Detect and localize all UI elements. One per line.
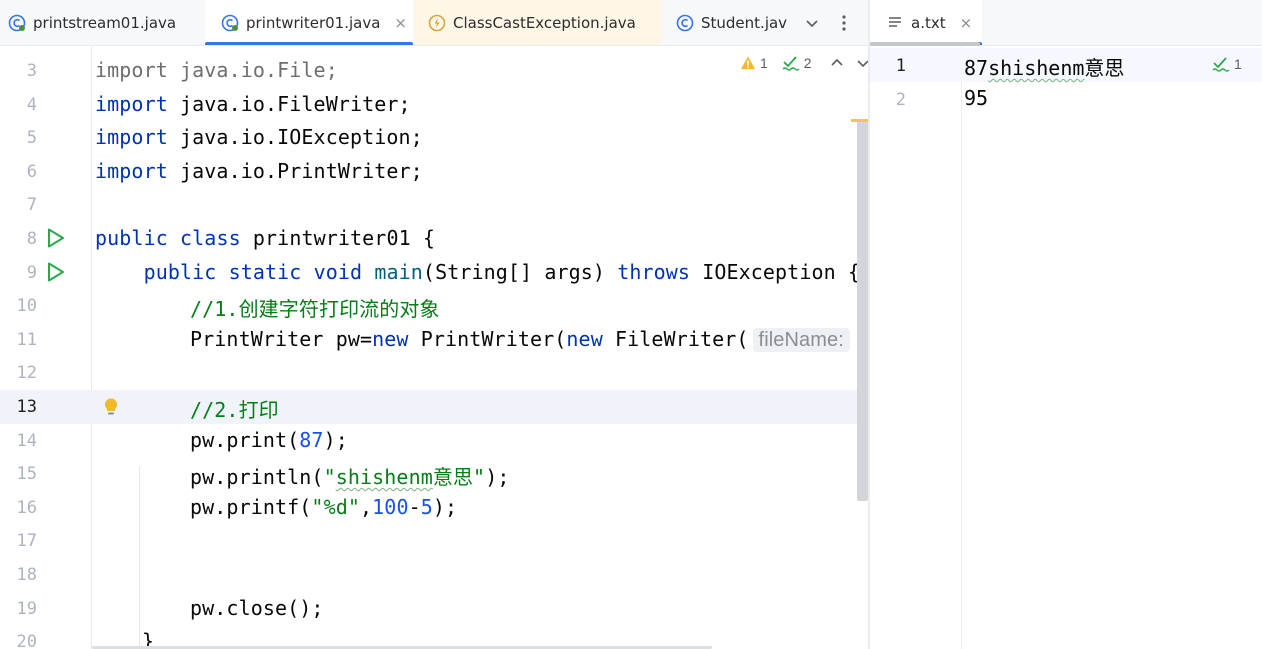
line-number: 19 [16, 598, 37, 619]
right-editor-tab-bar: a.txt × [870, 0, 1262, 46]
indent-guide [139, 466, 140, 649]
code-line: 4 import java.io.FileWriter; [0, 88, 868, 122]
line-number: 2 [895, 89, 906, 110]
text-content: 95 [964, 85, 989, 110]
typo-check-icon [782, 56, 800, 71]
line-number: 9 [26, 262, 37, 283]
tab-printstream01[interactable]: printstream01.java [8, 0, 203, 45]
editor-tab-bar: printstream01.java printwriter01.java × … [0, 0, 868, 46]
code-text: pw.print(87); [190, 427, 348, 452]
tab-list-dropdown-icon[interactable] [800, 0, 824, 45]
line-number: 15 [16, 464, 37, 485]
warning-icon [741, 56, 755, 69]
code-line: 16 pw.printf("%d",100-5); [0, 491, 868, 525]
code-text: pw.close(); [190, 595, 324, 620]
run-icon[interactable] [46, 261, 66, 283]
line-number: 8 [26, 229, 37, 249]
exception-class-icon [428, 14, 446, 31]
inspection-widget[interactable]: 1 2 [740, 52, 868, 74]
code-text: import java.io.IOException; [95, 125, 423, 150]
line-number: 13 [16, 397, 37, 417]
code-text: pw.println("shishenm意思"); [190, 465, 510, 490]
line-number: 18 [16, 565, 37, 585]
ok-count: 1 [1234, 56, 1242, 72]
vertical-scrollbar[interactable] [857, 121, 868, 501]
line-number: 16 [16, 497, 37, 518]
code-text: PrintWriter pw=new PrintWriter(new FileW… [190, 327, 868, 352]
text-file-icon [889, 16, 901, 27]
code-text: public class printwriter01 { [95, 226, 436, 250]
text-line: 2 95 [870, 82, 1262, 116]
code-text: pw.printf("%d",100-5); [190, 494, 458, 519]
tab-a-txt[interactable]: a.txt × [870, 0, 982, 45]
class-c-icon [676, 14, 694, 31]
tab-student[interactable]: Student.jav [676, 0, 788, 45]
line-number: 7 [26, 195, 37, 216]
code-line: 12 [0, 356, 868, 390]
lightbulb-icon[interactable] [102, 397, 120, 417]
code-line: 5 import java.io.IOException; [0, 121, 868, 155]
code-line: 10 //1.创建字符打印流的对象 [0, 289, 868, 323]
code-text: public static void main(String[] args) t… [143, 259, 861, 284]
line-number: 12 [16, 363, 37, 384]
tab-label: Student.jav [701, 13, 788, 32]
run-icon[interactable] [46, 227, 66, 249]
tab-classcastexception[interactable]: ClassCastException.java [414, 0, 662, 45]
gutter-separator [961, 46, 962, 649]
code-line: 18 [0, 558, 868, 592]
tab-label: ClassCastException.java [453, 13, 636, 32]
line-number: 10 [16, 296, 37, 317]
current-text-line: 1 87shishenm意思 [870, 48, 1262, 82]
line-number: 20 [16, 632, 37, 649]
java-class-icon [221, 14, 239, 31]
close-icon[interactable]: × [394, 14, 407, 32]
code-line: 9 public static void main(String[] args)… [0, 256, 868, 290]
weak-warning-count[interactable]: 2 [782, 55, 812, 71]
line-number: 1 [895, 56, 906, 76]
line-number: 17 [16, 531, 37, 552]
warning-count[interactable]: 1 [740, 55, 768, 71]
code-comment: //1.创建字符打印流的对象 [190, 297, 440, 322]
code-line: 11 PrintWriter pw=new PrintWriter(new Fi… [0, 323, 868, 357]
previous-highlight-icon[interactable] [830, 56, 844, 70]
code-line: 15 pw.println("shishenm意思"); [0, 457, 868, 491]
java-class-icon [8, 14, 26, 31]
code-line: 6 import java.io.PrintWriter; [0, 155, 868, 189]
code-line: 14 pw.print(87); [0, 424, 868, 458]
current-code-line: 13 //2.打印 [0, 390, 868, 424]
line-number: 14 [16, 430, 37, 451]
parameter-hint: fileName: [752, 327, 850, 352]
more-options-icon[interactable] [832, 0, 856, 45]
code-text: import java.io.File; [95, 58, 338, 82]
code-line: 19 pw.close(); [0, 592, 868, 626]
tab-printwriter01[interactable]: printwriter01.java × [205, 0, 413, 45]
code-editor[interactable]: 3 import java.io.File; 4 import java.io.… [0, 46, 868, 649]
text-editor[interactable]: 1 87shishenm意思 2 95 1 [870, 46, 1262, 649]
code-text: import java.io.PrintWriter; [95, 158, 423, 183]
code-comment: //2.打印 [190, 398, 279, 422]
line-number: 3 [26, 61, 37, 81]
code-text: import java.io.FileWriter; [95, 91, 411, 116]
typo-check-icon [1212, 57, 1230, 72]
line-number: 11 [16, 329, 37, 350]
close-icon[interactable]: × [960, 14, 973, 32]
tab-label: printstream01.java [33, 13, 177, 32]
text-content: 87shishenm意思 [964, 56, 1125, 80]
code-line: 3 import java.io.File; [0, 54, 868, 88]
inspection-widget[interactable]: 1 [1212, 54, 1242, 74]
code-line: 17 [0, 524, 868, 558]
tab-label: printwriter01.java [246, 13, 381, 32]
line-number: 5 [26, 128, 37, 149]
warning-marker[interactable] [851, 119, 868, 122]
code-line: 7 [0, 188, 868, 222]
code-line: 8 public class printwriter01 { [0, 222, 868, 256]
tab-label: a.txt [911, 13, 946, 32]
line-number: 6 [26, 161, 37, 182]
line-number: 4 [26, 94, 37, 115]
